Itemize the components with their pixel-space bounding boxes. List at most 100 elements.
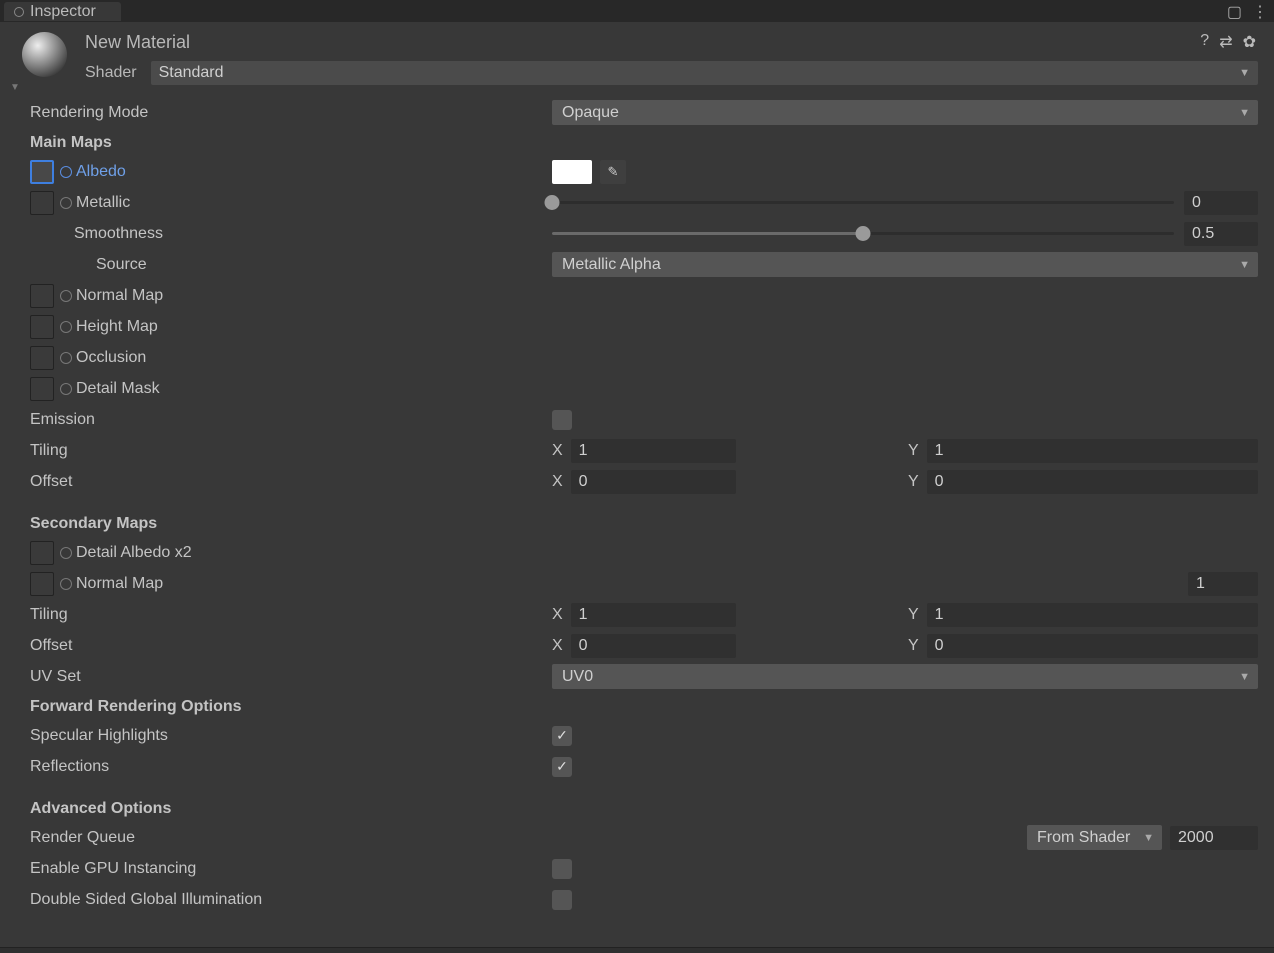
- shader-label: Shader: [85, 64, 137, 82]
- dsgi-label: Double Sided Global Illumination: [30, 891, 262, 909]
- picker-icon[interactable]: [60, 547, 72, 559]
- specular-label: Specular Highlights: [30, 727, 168, 745]
- chevron-down-icon: ▼: [1239, 107, 1250, 119]
- reflections-label: Reflections: [30, 758, 109, 776]
- normalmap-texture-slot[interactable]: [30, 284, 54, 308]
- picker-icon[interactable]: [60, 383, 72, 395]
- rendering-mode-label: Rendering Mode: [30, 104, 148, 122]
- tiling-y-input[interactable]: 1: [927, 439, 1258, 463]
- footer-divider: [0, 947, 1274, 953]
- rendering-mode-value: Opaque: [562, 104, 619, 122]
- picker-icon[interactable]: [60, 197, 72, 209]
- y-label: Y: [908, 473, 919, 491]
- smoothness-value[interactable]: 0.5: [1184, 222, 1258, 246]
- y-label: Y: [908, 442, 919, 460]
- tab-bar: Inspector ▢ ⋮: [0, 0, 1274, 22]
- albedo-label: Albedo: [76, 163, 126, 181]
- specular-checkbox[interactable]: ✓: [552, 726, 572, 746]
- metallic-value[interactable]: 0: [1184, 191, 1258, 215]
- sec-tiling-y-input[interactable]: 1: [927, 603, 1258, 627]
- material-preview-icon[interactable]: [22, 32, 67, 77]
- smoothness-label: Smoothness: [74, 225, 163, 243]
- advanced-header: Advanced Options: [30, 800, 171, 818]
- x-label: X: [552, 606, 563, 624]
- uvset-label: UV Set: [30, 668, 81, 686]
- source-label: Source: [96, 256, 147, 274]
- sec-tiling-label: Tiling: [30, 606, 68, 624]
- sec-offset-label: Offset: [30, 637, 72, 655]
- offset-x-input[interactable]: 0: [571, 470, 736, 494]
- sec-normalmap-label: Normal Map: [76, 575, 163, 593]
- detail-albedo-label: Detail Albedo x2: [76, 544, 192, 562]
- metallic-texture-slot[interactable]: [30, 191, 54, 215]
- occlusion-texture-slot[interactable]: [30, 346, 54, 370]
- tiling-label: Tiling: [30, 442, 68, 460]
- inspector-tab[interactable]: Inspector: [4, 2, 121, 21]
- smoothness-source-dropdown[interactable]: Metallic Alpha ▼: [552, 252, 1258, 277]
- sec-offset-y-input[interactable]: 0: [927, 634, 1258, 658]
- normalmap-label: Normal Map: [76, 287, 163, 305]
- lock-icon: [14, 7, 24, 17]
- chevron-down-icon: ▼: [1239, 67, 1250, 79]
- detail-albedo-texture-slot[interactable]: [30, 541, 54, 565]
- tab-title: Inspector: [30, 3, 96, 21]
- render-queue-dropdown[interactable]: From Shader ▼: [1027, 825, 1162, 850]
- material-name[interactable]: New Material: [85, 32, 1258, 53]
- heightmap-texture-slot[interactable]: [30, 315, 54, 339]
- uvset-dropdown[interactable]: UV0 ▼: [552, 664, 1258, 689]
- gpu-instancing-checkbox[interactable]: [552, 859, 572, 879]
- sec-normalmap-texture-slot[interactable]: [30, 572, 54, 596]
- forward-header: Forward Rendering Options: [30, 698, 242, 716]
- render-queue-label: Render Queue: [30, 829, 135, 847]
- picker-icon[interactable]: [60, 578, 72, 590]
- heightmap-label: Height Map: [76, 318, 158, 336]
- albedo-color[interactable]: [552, 160, 592, 184]
- reflections-checkbox[interactable]: ✓: [552, 757, 572, 777]
- y-label: Y: [908, 606, 919, 624]
- render-queue-mode: From Shader: [1037, 829, 1130, 847]
- shader-value: Standard: [159, 64, 224, 82]
- picker-icon[interactable]: [60, 352, 72, 364]
- albedo-texture-slot[interactable]: [30, 160, 54, 184]
- secondary-maps-header: Secondary Maps: [30, 515, 157, 533]
- picker-icon[interactable]: [60, 321, 72, 333]
- source-value: Metallic Alpha: [562, 256, 661, 274]
- occlusion-label: Occlusion: [76, 349, 146, 367]
- sec-normalmap-value[interactable]: 1: [1188, 572, 1258, 596]
- offset-y-input[interactable]: 0: [927, 470, 1258, 494]
- maximize-icon[interactable]: ▢: [1227, 2, 1242, 22]
- uvset-value: UV0: [562, 668, 593, 686]
- picker-icon[interactable]: [60, 290, 72, 302]
- main-maps-header: Main Maps: [30, 134, 112, 152]
- chevron-down-icon: ▼: [1239, 671, 1250, 683]
- eyedropper-icon[interactable]: ✎: [600, 160, 626, 184]
- window-controls: ▢ ⋮: [1227, 2, 1268, 22]
- foldout-icon[interactable]: ▼: [10, 82, 20, 93]
- preset-icon[interactable]: ⇄: [1219, 32, 1232, 52]
- metallic-slider[interactable]: [552, 201, 1174, 204]
- help-icon[interactable]: ?: [1200, 32, 1209, 52]
- x-label: X: [552, 473, 563, 491]
- chevron-down-icon: ▼: [1239, 259, 1250, 271]
- detailmask-label: Detail Mask: [76, 380, 160, 398]
- sec-offset-x-input[interactable]: 0: [571, 634, 736, 658]
- smoothness-slider[interactable]: [552, 232, 1174, 235]
- sec-tiling-x-input[interactable]: 1: [571, 603, 736, 627]
- picker-icon[interactable]: [60, 166, 72, 178]
- chevron-down-icon: ▼: [1143, 832, 1154, 844]
- menu-icon[interactable]: ⋮: [1252, 2, 1268, 22]
- rendering-mode-dropdown[interactable]: Opaque ▼: [552, 100, 1258, 125]
- dsgi-checkbox[interactable]: [552, 890, 572, 910]
- gear-icon[interactable]: ✿: [1243, 32, 1256, 52]
- inspector-body: Rendering Mode Opaque ▼ Main Maps Albedo…: [0, 89, 1274, 935]
- emission-checkbox[interactable]: [552, 410, 572, 430]
- offset-label: Offset: [30, 473, 72, 491]
- metallic-label: Metallic: [76, 194, 130, 212]
- tiling-x-input[interactable]: 1: [571, 439, 736, 463]
- x-label: X: [552, 442, 563, 460]
- material-header: New Material Shader Standard ▼ ? ⇄ ✿ ▼: [0, 22, 1274, 89]
- detailmask-texture-slot[interactable]: [30, 377, 54, 401]
- x-label: X: [552, 637, 563, 655]
- shader-dropdown[interactable]: Standard ▼: [151, 61, 1258, 85]
- render-queue-value[interactable]: 2000: [1170, 826, 1258, 850]
